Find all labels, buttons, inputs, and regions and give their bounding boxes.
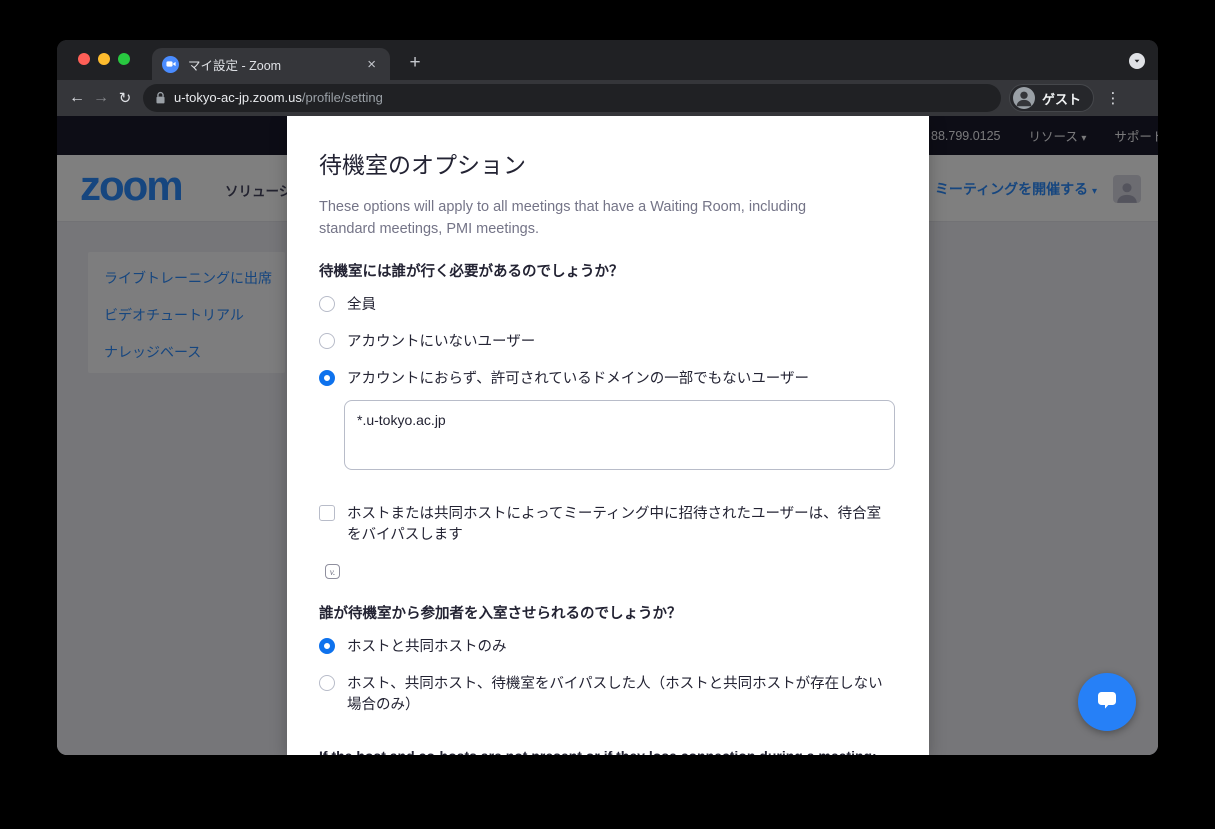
url-text: u-tokyo-ac-jp.zoom.us/profile/setting [174, 89, 383, 107]
search-tabs-button[interactable] [1129, 53, 1145, 69]
close-window-button[interactable] [78, 53, 90, 65]
support-chat-button[interactable] [1078, 673, 1136, 731]
dialog-title: 待機室のオプション [319, 146, 895, 180]
browser-menu-button[interactable]: ⋮ [1104, 89, 1122, 107]
chat-bubble-icon [1094, 690, 1120, 714]
radio-option-everyone[interactable]: 全員 [319, 287, 895, 324]
fullscreen-window-button[interactable] [118, 53, 130, 65]
radio-option-host-cohosts-bypassers[interactable]: ホスト、共同ホスト、待機室をバイパスした人（ホストと共同ホストが存在しない場合の… [319, 666, 895, 724]
waiting-room-options-dialog: 待機室のオプション These options will apply to al… [287, 116, 929, 755]
profile-name: ゲスト [1042, 89, 1081, 108]
dialog-description: These options will apply to all meetings… [319, 196, 864, 240]
browser-toolbar: ← → ↻ u-tokyo-ac-jp.zoom.us/profile/sett… [57, 80, 1158, 116]
back-button[interactable]: ← [65, 86, 89, 110]
tab-strip: マイ設定 - Zoom × + [57, 40, 1158, 80]
checkbox-invited-users-bypass[interactable]: ホストまたは共同ホストによってミーティング中に招待されたユーザーは、待合室をバイ… [319, 496, 895, 554]
tab-title: マイ設定 - Zoom [188, 55, 354, 74]
page-viewport: 88.799.0125 リソース ▾ サポート zoom ソリューシ ミーティン… [57, 116, 1158, 755]
address-bar[interactable]: u-tokyo-ac-jp.zoom.us/profile/setting [143, 84, 1001, 112]
radio-option-users-not-in-allowed-domains[interactable]: アカウントにおらず、許可されているドメインの一部でもないユーザー [319, 361, 895, 398]
profile-button[interactable]: ゲスト [1009, 84, 1094, 112]
forward-button[interactable]: → [89, 86, 113, 110]
browser-window: マイ設定 - Zoom × + ← → ↻ u-tokyo-ac-jp.zoom… [57, 40, 1158, 755]
lock-icon [155, 91, 166, 105]
radio-icon[interactable] [319, 675, 335, 691]
minimize-window-button[interactable] [98, 53, 110, 65]
radio-icon[interactable] [319, 638, 335, 654]
checkbox-icon[interactable] [319, 505, 335, 521]
radio-icon[interactable] [319, 333, 335, 349]
tab-close-icon[interactable]: × [363, 55, 380, 74]
broken-image-icon: v. [325, 564, 340, 579]
radio-option-users-not-in-account[interactable]: アカウントにいないユーザー [319, 324, 895, 361]
allowed-domains-input[interactable]: *.u-tokyo.ac.jp [344, 400, 895, 470]
radio-option-host-cohosts-only[interactable]: ホストと共同ホストのみ [319, 629, 895, 666]
question-who-goes-to-waiting-room: 待機室には誰が行く必要があるのでしょうか？ [319, 260, 895, 281]
reload-button[interactable]: ↻ [113, 86, 137, 110]
question-who-can-admit: 誰が待機室から参加者を入室させられるのでしょうか？ [319, 602, 895, 623]
radio-icon[interactable] [319, 296, 335, 312]
new-tab-button[interactable]: + [401, 49, 429, 77]
zoom-favicon-icon [162, 56, 179, 73]
window-controls [78, 53, 130, 65]
question-host-not-present: If the host and co-hosts are not present… [319, 748, 895, 756]
url-host: u-tokyo-ac-jp.zoom.us [174, 90, 302, 105]
browser-tab[interactable]: マイ設定 - Zoom × [152, 48, 390, 80]
url-path: /profile/setting [302, 90, 383, 105]
guest-avatar-icon [1013, 87, 1035, 109]
radio-icon[interactable] [319, 370, 335, 386]
